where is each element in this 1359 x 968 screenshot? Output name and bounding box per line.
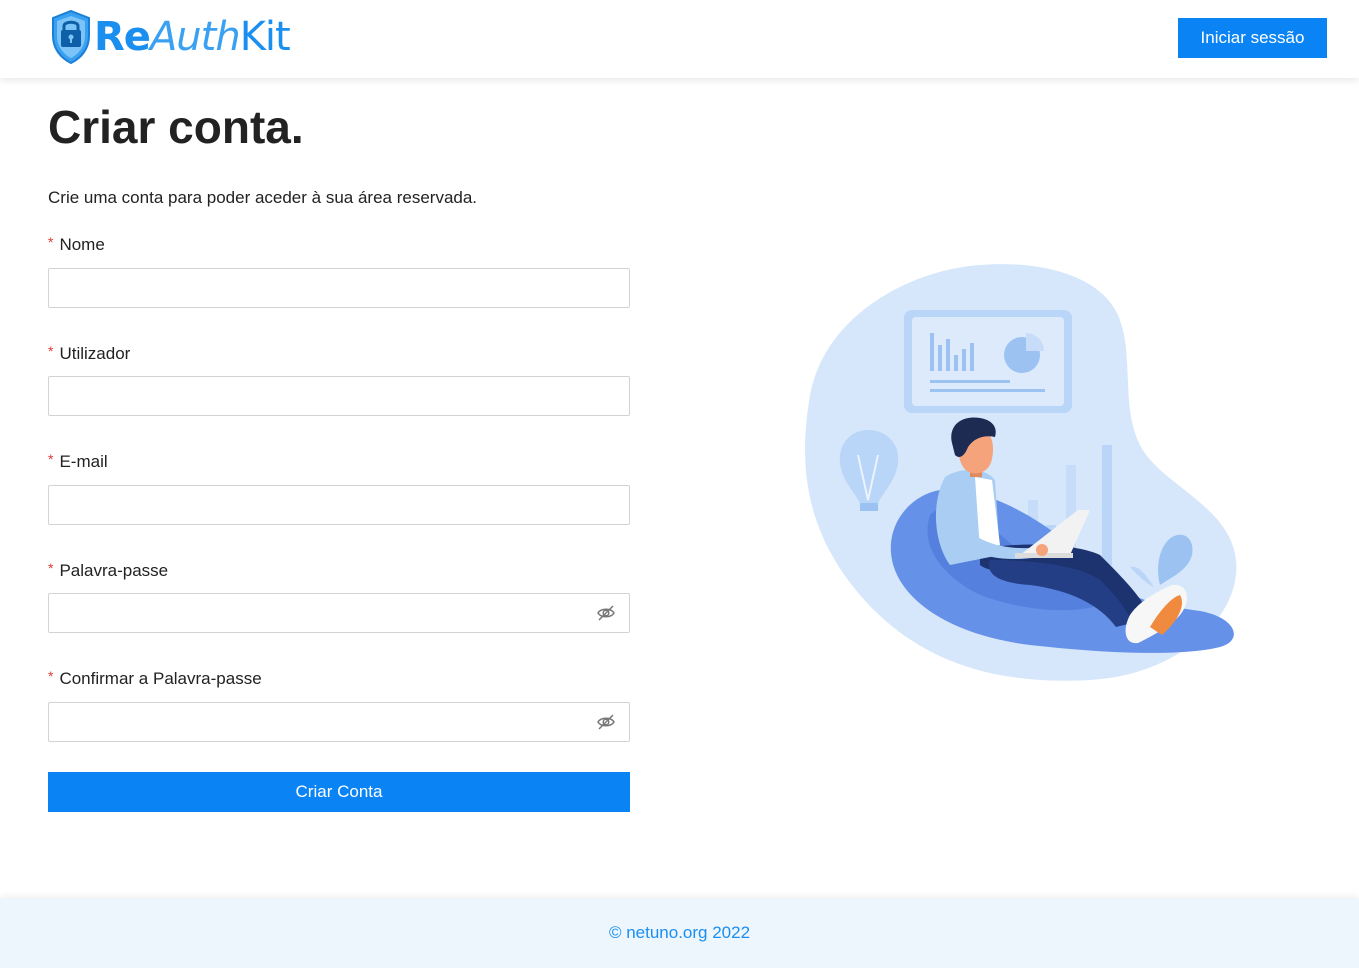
- brand-logo[interactable]: ReAuthKit: [50, 8, 291, 66]
- confirm-password-input[interactable]: [48, 702, 630, 742]
- username-label: * Utilizador: [48, 343, 130, 364]
- dashboard-screen: [904, 310, 1072, 413]
- password-label: * Palavra-passe: [48, 560, 168, 581]
- required-mark: *: [48, 668, 54, 684]
- page-subtitle: Crie uma conta para poder aceder à sua á…: [48, 188, 478, 207]
- brand-wordmark-kit: Kit: [239, 14, 291, 60]
- footer-copyright[interactable]: © netuno.org 2022: [609, 923, 750, 943]
- padlock-shield-icon: [52, 9, 90, 65]
- brand-wordmark: ReAuthKit: [94, 14, 291, 60]
- page-footer: © netuno.org 2022: [0, 898, 1359, 968]
- name-input[interactable]: [48, 268, 630, 308]
- username-input[interactable]: [48, 376, 630, 416]
- person-with-laptop-illustration: [805, 264, 1237, 681]
- eye-slash-icon[interactable]: [596, 603, 616, 623]
- required-mark: *: [48, 234, 54, 250]
- password-label-text: Palavra-passe: [59, 561, 169, 580]
- login-button[interactable]: Iniciar sessão: [1178, 18, 1327, 58]
- name-label-text: Nome: [59, 235, 105, 254]
- confirm-password-label: * Confirmar a Palavra-passe: [48, 668, 262, 689]
- brand-wordmark-re: Re: [94, 14, 151, 60]
- password-input[interactable]: [48, 593, 630, 633]
- name-label: * Nome: [48, 234, 105, 255]
- required-mark: *: [48, 343, 54, 359]
- create-account-button[interactable]: Criar Conta: [48, 772, 630, 812]
- required-mark: *: [48, 451, 54, 467]
- email-input[interactable]: [48, 485, 630, 525]
- username-label-text: Utilizador: [59, 344, 131, 363]
- brand-wordmark-auth: Auth: [149, 14, 241, 60]
- required-mark: *: [48, 560, 54, 576]
- eye-slash-icon[interactable]: [596, 712, 616, 732]
- page-title: Criar conta.: [48, 101, 304, 153]
- top-header: ReAuthKit Iniciar sessão: [0, 0, 1359, 78]
- email-label: * E-mail: [48, 451, 108, 472]
- email-label-text: E-mail: [59, 452, 108, 471]
- confirm-password-label-text: Confirmar a Palavra-passe: [59, 669, 262, 688]
